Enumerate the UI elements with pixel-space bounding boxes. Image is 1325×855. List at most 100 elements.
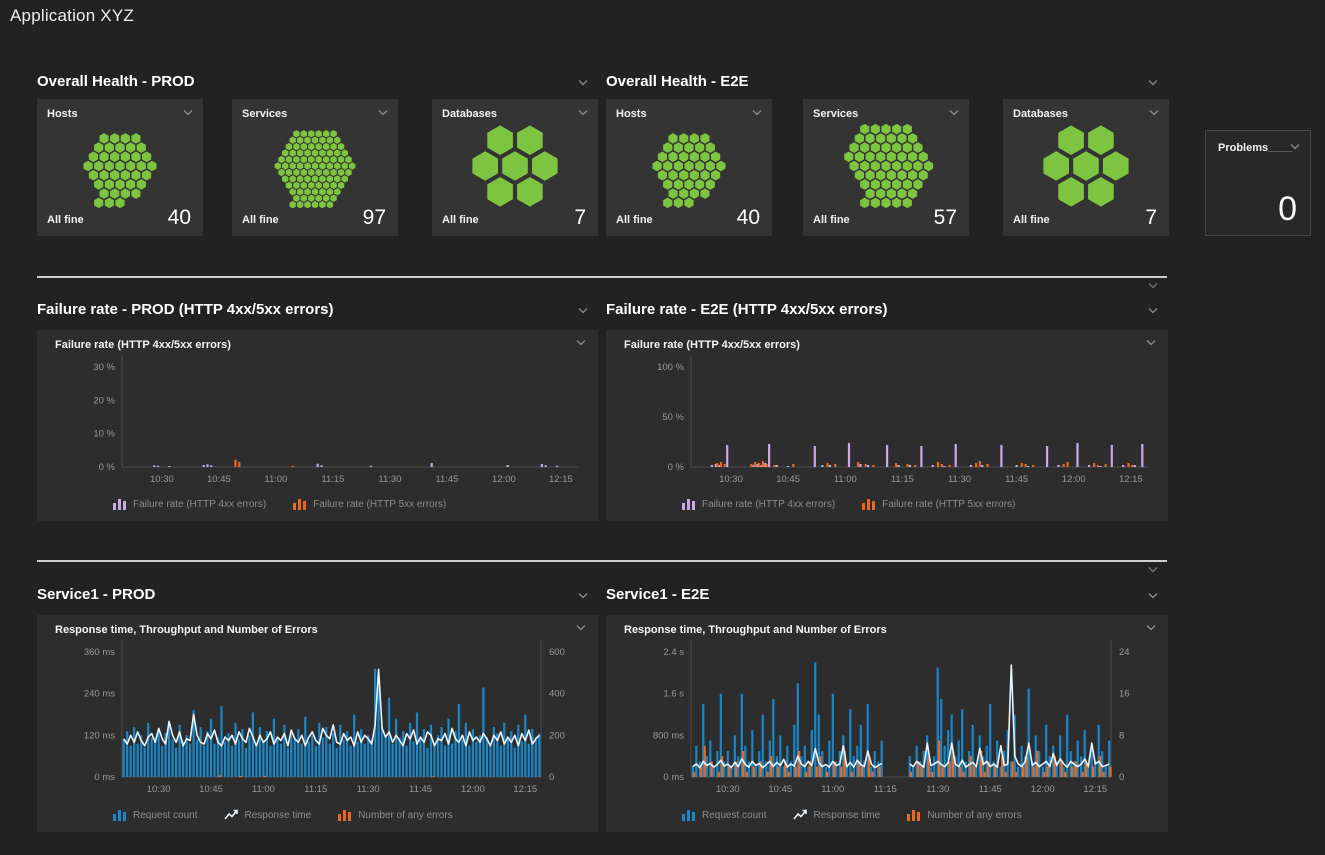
- legend-item-errors: Number of any errors: [906, 809, 1021, 821]
- chevron-down-icon[interactable]: [1144, 623, 1158, 633]
- health-tile-hosts-prod[interactable]: Hosts All fine 40: [37, 99, 203, 236]
- svg-text:11:00: 11:00: [821, 784, 844, 795]
- svg-text:200: 200: [549, 730, 565, 741]
- chart-title: Response time, Throughput and Number of …: [624, 624, 887, 636]
- svg-text:10:45: 10:45: [199, 784, 223, 795]
- tile-label: Databases: [442, 108, 497, 120]
- legend-item-4xx: Failure rate (HTTP 4xx errors): [112, 498, 266, 510]
- svg-text:11:30: 11:30: [926, 784, 949, 795]
- legend-label: Request count: [133, 810, 198, 821]
- legend-label: Response time: [814, 810, 881, 821]
- tile-status: All fine: [616, 214, 653, 226]
- legend-label: Failure rate (HTTP 5xx errors): [882, 499, 1015, 510]
- chevron-down-icon[interactable]: [1146, 78, 1160, 88]
- failure-rate-e2e-chart[interactable]: 0 %50 %100 %10:3010:4511:0011:1511:3011:…: [606, 330, 1168, 521]
- tile-label: Services: [242, 108, 287, 120]
- chevron-down-icon[interactable]: [574, 338, 588, 348]
- tile-status: All fine: [47, 214, 84, 226]
- legend-item-errors: Number of any errors: [337, 809, 452, 821]
- section-title-service1-prod: Service1 - PROD: [37, 586, 155, 603]
- service1-prod-panel: 0 ms120 ms240 ms360 ms020040060010:3010:…: [37, 615, 598, 832]
- chart-legend: Request count Response time Number of an…: [681, 809, 1022, 821]
- chevron-down-icon[interactable]: [1146, 281, 1160, 291]
- tile-status: All fine: [1013, 214, 1050, 226]
- svg-text:8: 8: [1119, 730, 1124, 741]
- chevron-down-icon[interactable]: [1146, 591, 1160, 601]
- svg-text:600: 600: [549, 647, 565, 658]
- svg-text:10:30: 10:30: [719, 474, 743, 485]
- chart-legend: Failure rate (HTTP 4xx errors) Failure r…: [112, 498, 446, 510]
- bar-series-icon: [112, 809, 127, 821]
- tile-count: 57: [934, 206, 957, 230]
- service1-e2e-chart[interactable]: 0 ms800 ms1.6 s2.4 s08162410:3010:4511:0…: [606, 615, 1168, 832]
- tile-label: Services: [813, 108, 858, 120]
- svg-text:10:45: 10:45: [776, 474, 800, 485]
- service1-prod-chart[interactable]: 0 ms120 ms240 ms360 ms020040060010:3010:…: [37, 615, 598, 832]
- health-honeycomb: [232, 121, 398, 211]
- chevron-down-icon[interactable]: [1147, 108, 1161, 118]
- bar-series-icon: [906, 809, 921, 821]
- svg-text:10:45: 10:45: [768, 784, 792, 795]
- svg-text:11:45: 11:45: [979, 784, 1002, 795]
- svg-text:12:15: 12:15: [1083, 784, 1107, 795]
- legend-item-request-count: Request count: [112, 809, 198, 821]
- svg-text:10:45: 10:45: [207, 474, 231, 485]
- chevron-down-icon[interactable]: [750, 108, 764, 118]
- tile-count: 40: [737, 206, 760, 230]
- line-series-icon: [793, 809, 808, 821]
- svg-text:16: 16: [1119, 689, 1130, 700]
- chevron-down-icon[interactable]: [574, 623, 588, 633]
- legend-item-request-count: Request count: [681, 809, 767, 821]
- legend-label: Failure rate (HTTP 4xx errors): [133, 499, 266, 510]
- section-title-health-prod: Overall Health - PROD: [37, 73, 195, 90]
- health-tile-services-prod[interactable]: Services All fine 97: [232, 99, 398, 236]
- chevron-down-icon[interactable]: [576, 591, 590, 601]
- chevron-down-icon[interactable]: [1144, 338, 1158, 348]
- svg-text:30 %: 30 %: [93, 362, 115, 373]
- tile-label: Databases: [1013, 108, 1068, 120]
- chevron-down-icon[interactable]: [181, 108, 195, 118]
- chevron-down-icon[interactable]: [1288, 142, 1302, 152]
- health-honeycomb: [606, 121, 772, 211]
- section-title-failure-prod: Failure rate - PROD (HTTP 4xx/5xx errors…: [37, 301, 334, 318]
- svg-text:800 ms: 800 ms: [653, 730, 684, 741]
- tile-count: 7: [574, 206, 586, 230]
- svg-text:11:45: 11:45: [409, 784, 432, 795]
- chevron-down-icon[interactable]: [947, 108, 961, 118]
- bar-series-icon: [681, 498, 696, 510]
- svg-text:11:00: 11:00: [264, 474, 287, 485]
- chevron-down-icon[interactable]: [576, 78, 590, 88]
- svg-text:240 ms: 240 ms: [84, 689, 115, 700]
- svg-text:0: 0: [1119, 772, 1124, 783]
- bar-series-icon: [681, 809, 696, 821]
- problems-count: 0: [1278, 190, 1297, 229]
- failure-rate-prod-chart[interactable]: 0 %10 %20 %30 %10:3010:4511:0011:1511:30…: [37, 330, 598, 521]
- bar-series-icon: [337, 809, 352, 821]
- svg-text:11:15: 11:15: [874, 784, 897, 795]
- health-tile-databases-e2e[interactable]: Databases All fine 7: [1003, 99, 1169, 236]
- chevron-down-icon[interactable]: [1146, 565, 1160, 575]
- tile-status: All fine: [813, 214, 850, 226]
- chevron-down-icon[interactable]: [376, 108, 390, 118]
- section-divider: [37, 560, 1167, 562]
- health-tile-services-e2e[interactable]: Services All fine 57: [803, 99, 969, 236]
- svg-text:11:15: 11:15: [304, 784, 327, 795]
- svg-text:50 %: 50 %: [662, 412, 684, 423]
- chevron-down-icon[interactable]: [576, 108, 590, 118]
- svg-text:400: 400: [549, 689, 565, 700]
- svg-text:12:15: 12:15: [549, 474, 573, 485]
- section-title-health-e2e: Overall Health - E2E: [606, 73, 749, 90]
- svg-text:12:00: 12:00: [461, 784, 485, 795]
- svg-text:12:15: 12:15: [1119, 474, 1143, 485]
- health-tile-databases-prod[interactable]: Databases All fine 7: [432, 99, 598, 236]
- health-tile-hosts-e2e[interactable]: Hosts All fine 40: [606, 99, 772, 236]
- problems-tile[interactable]: Problems 0: [1205, 130, 1311, 236]
- chevron-down-icon[interactable]: [576, 306, 590, 316]
- svg-text:10:30: 10:30: [147, 784, 171, 795]
- legend-item-5xx: Failure rate (HTTP 5xx errors): [861, 498, 1015, 510]
- svg-text:10 %: 10 %: [93, 429, 115, 440]
- tile-status: All fine: [442, 214, 479, 226]
- health-honeycomb: [37, 121, 203, 211]
- legend-item-response-time: Response time: [224, 809, 312, 821]
- chevron-down-icon[interactable]: [1146, 306, 1160, 316]
